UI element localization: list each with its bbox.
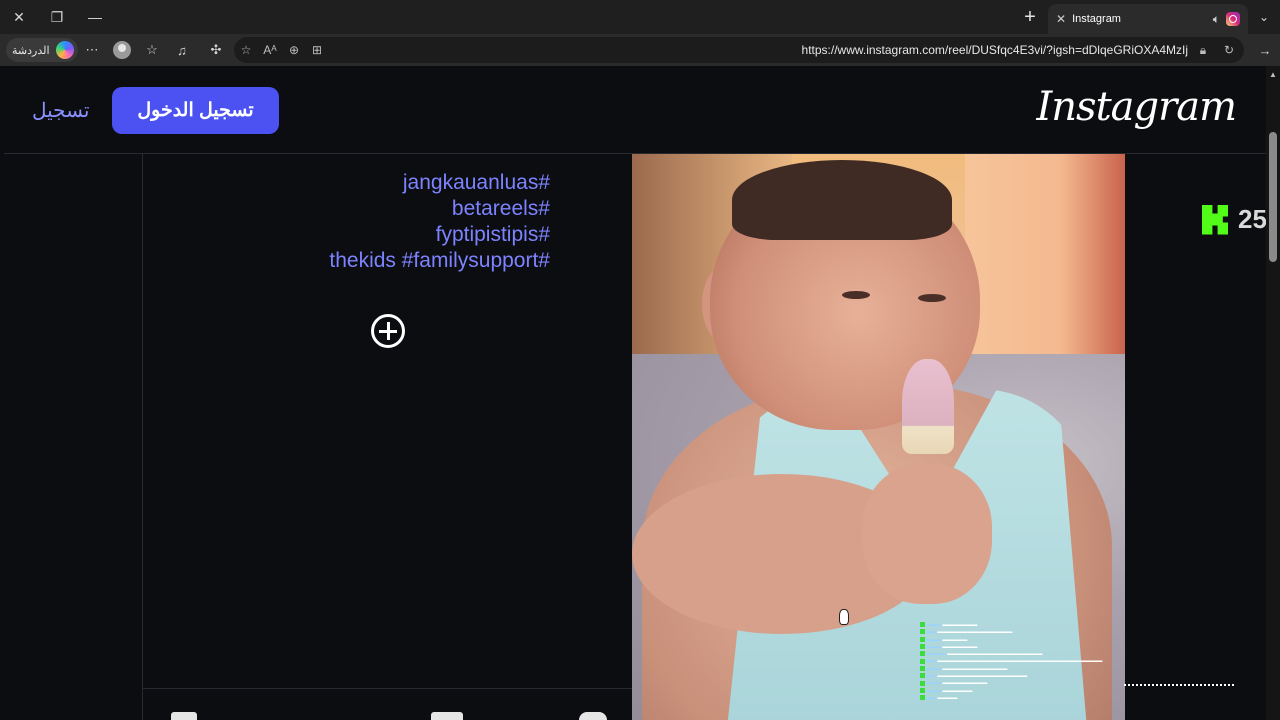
divider	[143, 688, 633, 689]
more-icon[interactable]: ⋯	[82, 40, 102, 60]
split-screen-icon[interactable]: ⊞	[308, 41, 326, 59]
copilot-label: الدردشة	[12, 44, 50, 57]
page-scrollbar[interactable]: ▲	[1266, 66, 1280, 720]
tab-strip: ✕ ❐ — + ✕ Instagram 🔈︎ ⌄	[0, 0, 1280, 34]
hashtag-link[interactable]: fyptipistipis#	[329, 222, 550, 248]
new-tab-icon[interactable]: +	[1018, 6, 1042, 28]
comment-icon[interactable]	[171, 712, 197, 720]
login-button[interactable]: تسجيل الدخول	[112, 87, 279, 134]
reel-video[interactable]: ▬▬▬ ▬▬▬▬▬▬▬ ▬▬ ▬▬▬▬▬▬▬▬▬▬▬▬▬▬▬ ▬▬▬ ▬▬▬▬▬…	[632, 154, 1125, 720]
copilot-icon	[55, 41, 74, 59]
instagram-header: تسجيل تسجيل الدخول Instagram	[4, 66, 1266, 154]
forward-icon[interactable]: →	[1255, 40, 1275, 60]
minimize-icon[interactable]: —	[83, 6, 107, 28]
speaker-icon[interactable]: 🔈︎	[1213, 12, 1220, 27]
kick-icon	[1202, 204, 1228, 235]
plus-circle-icon[interactable]	[371, 314, 405, 348]
scroll-thumb[interactable]	[1269, 132, 1277, 262]
stream-chat-overlay: ▬▬▬ ▬▬▬▬▬▬▬ ▬▬ ▬▬▬▬▬▬▬▬▬▬▬▬▬▬▬ ▬▬▬ ▬▬▬▬▬…	[920, 622, 1125, 702]
share-icon[interactable]	[431, 712, 463, 720]
url-text[interactable]: https://www.instagram.com/reel/DUSfqc4E3…	[802, 43, 1188, 57]
scroll-up-icon[interactable]: ▲	[1269, 70, 1277, 79]
instagram-logo[interactable]: Instagram	[1036, 84, 1237, 130]
profile-icon[interactable]	[112, 40, 132, 60]
star-icon[interactable]: ☆	[237, 41, 255, 59]
extensions-icon[interactable]: ✣	[206, 40, 226, 60]
collections-icon[interactable]: ♫	[172, 40, 192, 60]
kick-viewer-badge: 25	[1202, 204, 1267, 235]
restore-icon[interactable]: ❐	[45, 6, 69, 28]
favorites-icon[interactable]: ☆	[142, 40, 162, 60]
refresh-icon[interactable]: ↻	[1220, 41, 1238, 59]
zoom-icon[interactable]: ⊕	[285, 41, 303, 59]
copilot-button[interactable]: الدردشة	[6, 38, 78, 62]
tab-close-icon[interactable]: ✕	[1056, 12, 1066, 26]
tab-dropdown-icon[interactable]: ⌄	[1254, 6, 1274, 28]
viewer-count: 25	[1238, 204, 1267, 234]
heart-icon[interactable]	[579, 712, 607, 720]
close-window-icon[interactable]: ✕	[7, 6, 31, 28]
read-aloud-icon[interactable]: Aᴬ	[261, 41, 279, 59]
hashtag-link[interactable]: betareels#	[329, 196, 550, 222]
audio-wave	[1124, 684, 1236, 686]
lock-icon[interactable]: 🔒︎	[1194, 41, 1212, 59]
hashtag-link[interactable]: thekids #familysupport#	[329, 248, 550, 274]
tab-title: Instagram	[1072, 13, 1121, 25]
tab-instagram[interactable]: ✕ Instagram 🔈︎	[1048, 4, 1248, 34]
mouse-cursor-icon	[839, 609, 849, 625]
instagram-icon	[1226, 12, 1240, 26]
hashtag-link[interactable]: jangkauanluas#	[329, 170, 550, 196]
reel-info-panel: jangkauanluas# betareels# fyptipistipis#…	[142, 154, 633, 720]
browser-toolbar: الدردشة ⋯ ☆ ♫ ✣ ☆ Aᴬ ⊕ ⊞ https://www.ins…	[0, 34, 1280, 66]
instagram-page: تسجيل تسجيل الدخول Instagram jangkauanlu…	[4, 66, 1266, 720]
signup-link[interactable]: تسجيل	[32, 98, 90, 123]
address-bar[interactable]: ☆ Aᴬ ⊕ ⊞ https://www.instagram.com/reel/…	[234, 37, 1244, 63]
reel-caption: jangkauanluas# betareels# fyptipistipis#…	[329, 170, 550, 274]
